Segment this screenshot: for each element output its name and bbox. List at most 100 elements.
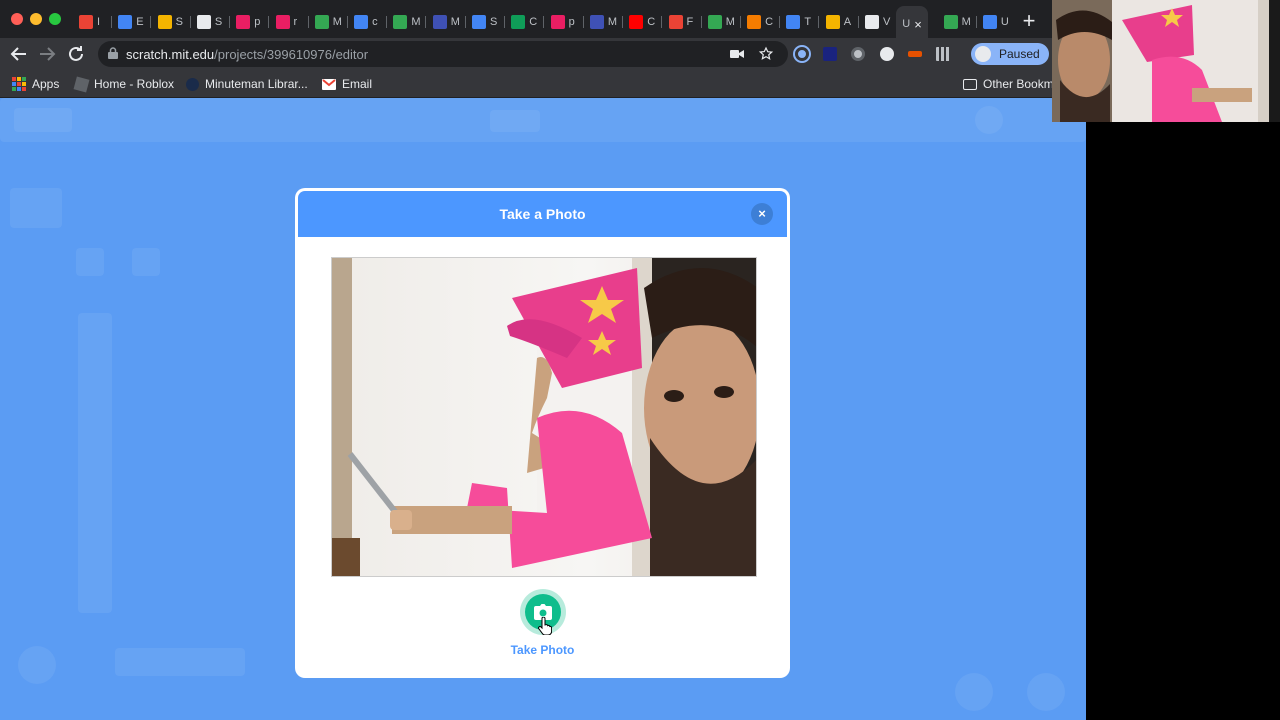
bookmark-email[interactable]: Email bbox=[322, 75, 372, 93]
extension-record-icon[interactable] bbox=[851, 47, 865, 61]
extension-globe-icon[interactable] bbox=[880, 47, 894, 61]
star-icon bbox=[275, 15, 290, 29]
gmail-icon bbox=[79, 15, 93, 29]
tab-title: C bbox=[529, 16, 538, 28]
tab-11[interactable]: C bbox=[505, 8, 544, 36]
tab-title: F bbox=[686, 16, 694, 28]
bookmark-apps-label: Apps bbox=[32, 77, 60, 91]
tab-14[interactable]: C bbox=[623, 8, 662, 36]
take-photo-modal: Take a Photo × Take Photo bbox=[295, 188, 790, 678]
fill-swatch-ghost bbox=[76, 248, 104, 276]
extension-grid-icon[interactable] bbox=[936, 47, 950, 61]
globe-icon bbox=[196, 15, 211, 29]
costume-thumbnail-ghost bbox=[10, 188, 62, 228]
tab-2[interactable]: S bbox=[152, 8, 191, 36]
extension-badge-icon[interactable] bbox=[908, 51, 922, 57]
account-avatar-ghost bbox=[975, 106, 1003, 134]
tab-21[interactable]: U × bbox=[896, 6, 929, 42]
back-button[interactable] bbox=[7, 42, 31, 66]
bookmark-star-icon[interactable] bbox=[758, 46, 774, 62]
apps-grid-icon bbox=[12, 77, 26, 91]
tab-19[interactable]: A bbox=[820, 8, 859, 36]
bookmark-other[interactable]: Other Bookma bbox=[963, 75, 1060, 93]
share-button-ghost bbox=[490, 110, 540, 132]
reload-icon bbox=[69, 46, 83, 61]
tab-title: E bbox=[136, 16, 144, 28]
close-tab-icon[interactable]: × bbox=[914, 17, 922, 32]
outline-swatch-ghost bbox=[132, 248, 160, 276]
paint-tools-ghost bbox=[78, 313, 112, 613]
calendar-icon bbox=[432, 15, 447, 29]
new-tab-button[interactable]: + bbox=[1018, 9, 1040, 33]
tab-title: A bbox=[843, 16, 852, 28]
tab-15[interactable]: F bbox=[663, 8, 702, 36]
bookmark-roblox[interactable]: Home - Roblox bbox=[73, 75, 174, 93]
tab-7[interactable]: c bbox=[348, 8, 387, 36]
page-icon bbox=[865, 15, 879, 29]
tab-title: I bbox=[97, 16, 101, 28]
tab-18[interactable]: T bbox=[780, 8, 819, 36]
webcam-frame-edge bbox=[1269, 0, 1280, 122]
profile-status: Paused bbox=[999, 47, 1040, 61]
profile-button[interactable]: Paused bbox=[971, 43, 1049, 65]
back-arrow-icon bbox=[10, 47, 26, 61]
library-icon bbox=[186, 77, 199, 91]
tab-9[interactable]: M bbox=[427, 8, 466, 36]
tab-title: S bbox=[175, 16, 183, 28]
tab-16[interactable]: M bbox=[702, 8, 741, 36]
close-button[interactable]: × bbox=[751, 203, 773, 225]
maximize-window-button[interactable] bbox=[49, 13, 61, 25]
tab-8[interactable]: M bbox=[387, 8, 426, 36]
reload-button[interactable] bbox=[64, 42, 88, 66]
slides-icon bbox=[825, 15, 840, 29]
webcam-feed-image bbox=[332, 258, 756, 576]
tab-title: T bbox=[804, 16, 812, 28]
tab-title: p bbox=[568, 16, 575, 28]
tab-10[interactable]: S bbox=[466, 8, 505, 36]
tab-17[interactable]: C bbox=[741, 8, 780, 36]
tab-20[interactable]: V bbox=[859, 8, 898, 36]
camera-in-use-icon[interactable] bbox=[730, 49, 744, 59]
tab-0[interactable]: I bbox=[73, 8, 112, 36]
gmail-icon bbox=[322, 78, 336, 90]
modal-header: Take a Photo × bbox=[298, 191, 787, 237]
editor-menu-bar bbox=[0, 98, 1086, 142]
tab-1[interactable]: E bbox=[112, 8, 151, 36]
modal-title: Take a Photo bbox=[499, 206, 586, 222]
extension-checkmark-icon[interactable] bbox=[823, 47, 837, 61]
sheets-icon bbox=[511, 15, 526, 29]
star-icon bbox=[236, 15, 251, 29]
presenter-webcam-image bbox=[1052, 0, 1269, 122]
minimize-window-button[interactable] bbox=[30, 13, 42, 25]
tab-6[interactable]: M bbox=[309, 8, 348, 36]
convert-button-ghost bbox=[115, 648, 245, 676]
address-bar[interactable]: scratch.mit.edu/projects/399610976/edito… bbox=[98, 41, 788, 67]
bookmark-apps[interactable]: Apps bbox=[12, 75, 59, 93]
roblox-icon bbox=[73, 76, 90, 92]
tab-4[interactable]: p bbox=[230, 8, 269, 36]
take-photo-label[interactable]: Take Photo bbox=[298, 643, 787, 657]
tab-title: p bbox=[254, 16, 261, 28]
bookmark-minuteman[interactable]: Minuteman Librar... bbox=[186, 75, 308, 93]
scratch-logo bbox=[14, 108, 72, 132]
choose-sprite-ghost bbox=[1027, 673, 1065, 711]
youtube-icon bbox=[629, 15, 644, 29]
gmail-icon bbox=[668, 15, 683, 29]
tab-title: M bbox=[411, 16, 421, 28]
docs-icon bbox=[982, 15, 997, 29]
forward-arrow-icon bbox=[40, 47, 56, 61]
tab-12[interactable]: p bbox=[545, 8, 584, 36]
google-icon bbox=[354, 15, 369, 29]
close-window-button[interactable] bbox=[11, 13, 23, 25]
tab-5[interactable]: r bbox=[270, 8, 309, 36]
tab-22[interactable]: M bbox=[938, 8, 977, 36]
extension-screencast-icon[interactable] bbox=[795, 47, 809, 61]
calendar-icon bbox=[589, 15, 604, 29]
tab-23[interactable]: U bbox=[977, 8, 1016, 36]
forward-button[interactable] bbox=[35, 42, 59, 66]
tab-title: U bbox=[902, 18, 911, 30]
tab-title: r bbox=[293, 16, 298, 28]
tab-3[interactable]: S bbox=[191, 8, 230, 36]
tab-13[interactable]: M bbox=[584, 8, 623, 36]
tab-title: M bbox=[961, 16, 971, 28]
